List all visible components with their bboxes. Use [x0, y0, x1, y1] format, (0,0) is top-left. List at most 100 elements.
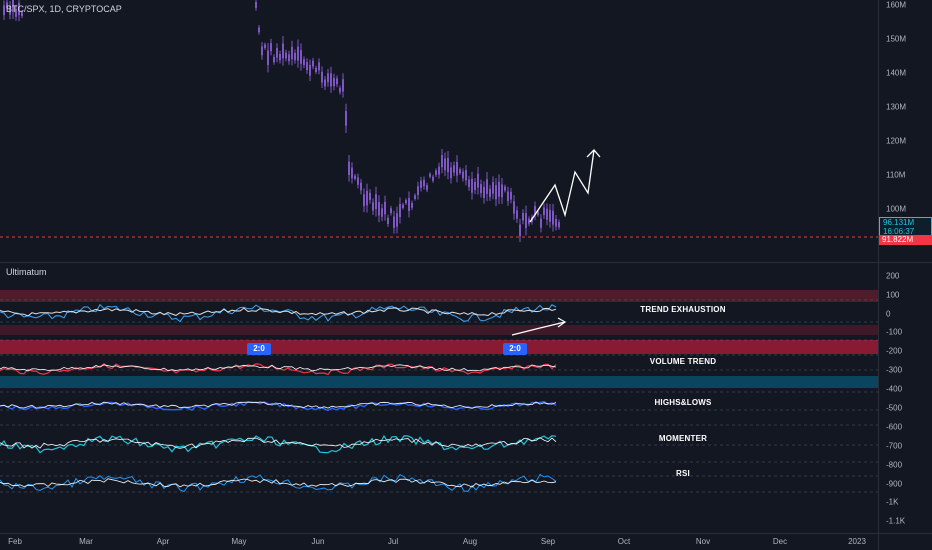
indicator-axis-label: 100	[886, 290, 900, 300]
candle-body	[315, 67, 317, 73]
candle-body	[558, 222, 560, 228]
candle-body	[450, 167, 452, 179]
candle-body	[342, 79, 344, 92]
candle-body	[330, 73, 332, 87]
candle-body	[471, 178, 473, 193]
candle-body	[519, 224, 521, 237]
candle-body	[384, 201, 386, 215]
candle-body	[372, 202, 374, 211]
current-price-value: 96.131M	[883, 218, 915, 227]
candle-body	[327, 73, 329, 83]
momenter-line	[0, 434, 557, 454]
candle-body	[300, 50, 302, 64]
candle-body	[291, 46, 293, 60]
candle-body	[396, 213, 398, 227]
candle-body	[408, 198, 410, 212]
volume-trend-bands	[0, 376, 878, 388]
candle-body	[438, 166, 440, 175]
candle-body	[456, 161, 458, 176]
candle-body	[267, 50, 269, 66]
indicator-axis-label: -400	[886, 384, 903, 394]
candle-body	[540, 218, 542, 228]
signal-badge: 2:0	[247, 343, 271, 355]
time-axis-label: Jul	[387, 537, 399, 546]
time-axis-label: Sep	[540, 537, 556, 546]
highs-lows-label: HIGHS&LOWS	[654, 398, 712, 407]
candle-body	[285, 52, 287, 59]
price-axis-label: 130M	[886, 102, 907, 112]
signal-badge: 2:0	[503, 343, 527, 355]
candle-body	[420, 180, 422, 188]
indicator-name[interactable]: Ultimatum	[6, 267, 47, 277]
trend-exhaustion-label: TREND EXHAUSTION	[640, 305, 726, 314]
candle-body	[444, 158, 446, 171]
price-axis-label: 100M	[886, 204, 907, 214]
candle-body	[513, 201, 515, 214]
candle-body	[351, 167, 353, 179]
chart-canvas[interactable]	[0, 0, 932, 550]
price-candles	[3, 0, 560, 243]
rsi-label: RSI	[676, 469, 690, 478]
candle-body	[357, 177, 359, 185]
candle-body	[333, 77, 335, 87]
candle-body	[405, 199, 407, 204]
indicator-axis-label: -1K	[886, 497, 899, 507]
candle-body	[399, 204, 401, 217]
time-axis-label: Feb	[8, 537, 22, 546]
candle-body	[381, 208, 383, 217]
candle-body	[261, 46, 263, 56]
candle-body	[279, 53, 281, 61]
indicator-axis-label: -100	[886, 327, 903, 337]
candle-body	[288, 54, 290, 62]
candle-body	[255, 2, 257, 8]
time-axis-label: Dec	[772, 537, 788, 546]
time-axis-label: Oct	[617, 537, 631, 546]
candle-body	[348, 161, 350, 175]
volume-trend-line	[0, 363, 557, 376]
candle-body	[504, 186, 506, 191]
indicator-axis-label: -200	[886, 346, 903, 356]
candle-body	[375, 194, 377, 210]
candle-body	[429, 173, 431, 177]
candle-body	[495, 185, 497, 200]
candle-body	[528, 218, 530, 224]
candle-body	[477, 173, 479, 188]
indicator-axis-label: 0	[886, 309, 891, 319]
candle-body	[468, 179, 470, 188]
time-axis-label: Jun	[311, 537, 325, 546]
candle-body	[318, 62, 320, 71]
candle-body	[486, 179, 488, 194]
price-axis-label: 160M	[886, 0, 907, 10]
candle-body	[552, 210, 554, 225]
candle-body	[282, 43, 284, 59]
candle-body	[423, 179, 425, 187]
candle-body	[303, 59, 305, 66]
rsi-line	[0, 473, 557, 493]
candle-body	[297, 46, 299, 61]
candle-body	[543, 207, 545, 216]
candle-body	[369, 192, 371, 201]
current-price-tag: 96.131M 16:06:37	[879, 217, 932, 236]
highs-lows-line	[0, 400, 557, 412]
candle-body	[510, 191, 512, 200]
candle-body	[402, 204, 404, 208]
time-axis-label: Mar	[79, 537, 93, 546]
candle-body	[363, 194, 365, 207]
symbol-title[interactable]: BTC/SPX, 1D, CRYPTOCAP	[6, 4, 122, 14]
candle-body	[462, 171, 464, 179]
candle-body	[441, 155, 443, 168]
candle-body	[555, 218, 557, 227]
indicator-axis-label: -800	[886, 460, 903, 470]
candle-body	[501, 184, 503, 198]
projection-drawing	[529, 149, 595, 223]
candle-body	[390, 208, 392, 214]
price-axis-label: 110M	[886, 170, 906, 180]
candle-body	[492, 182, 494, 194]
candle-body	[321, 71, 323, 83]
candle-body	[324, 79, 326, 87]
candle-body	[354, 175, 356, 179]
candle-body	[360, 182, 362, 191]
price-axis-label: 150M	[886, 34, 907, 44]
candle-body	[522, 213, 524, 221]
indicator-axis-label: 200	[886, 271, 900, 281]
